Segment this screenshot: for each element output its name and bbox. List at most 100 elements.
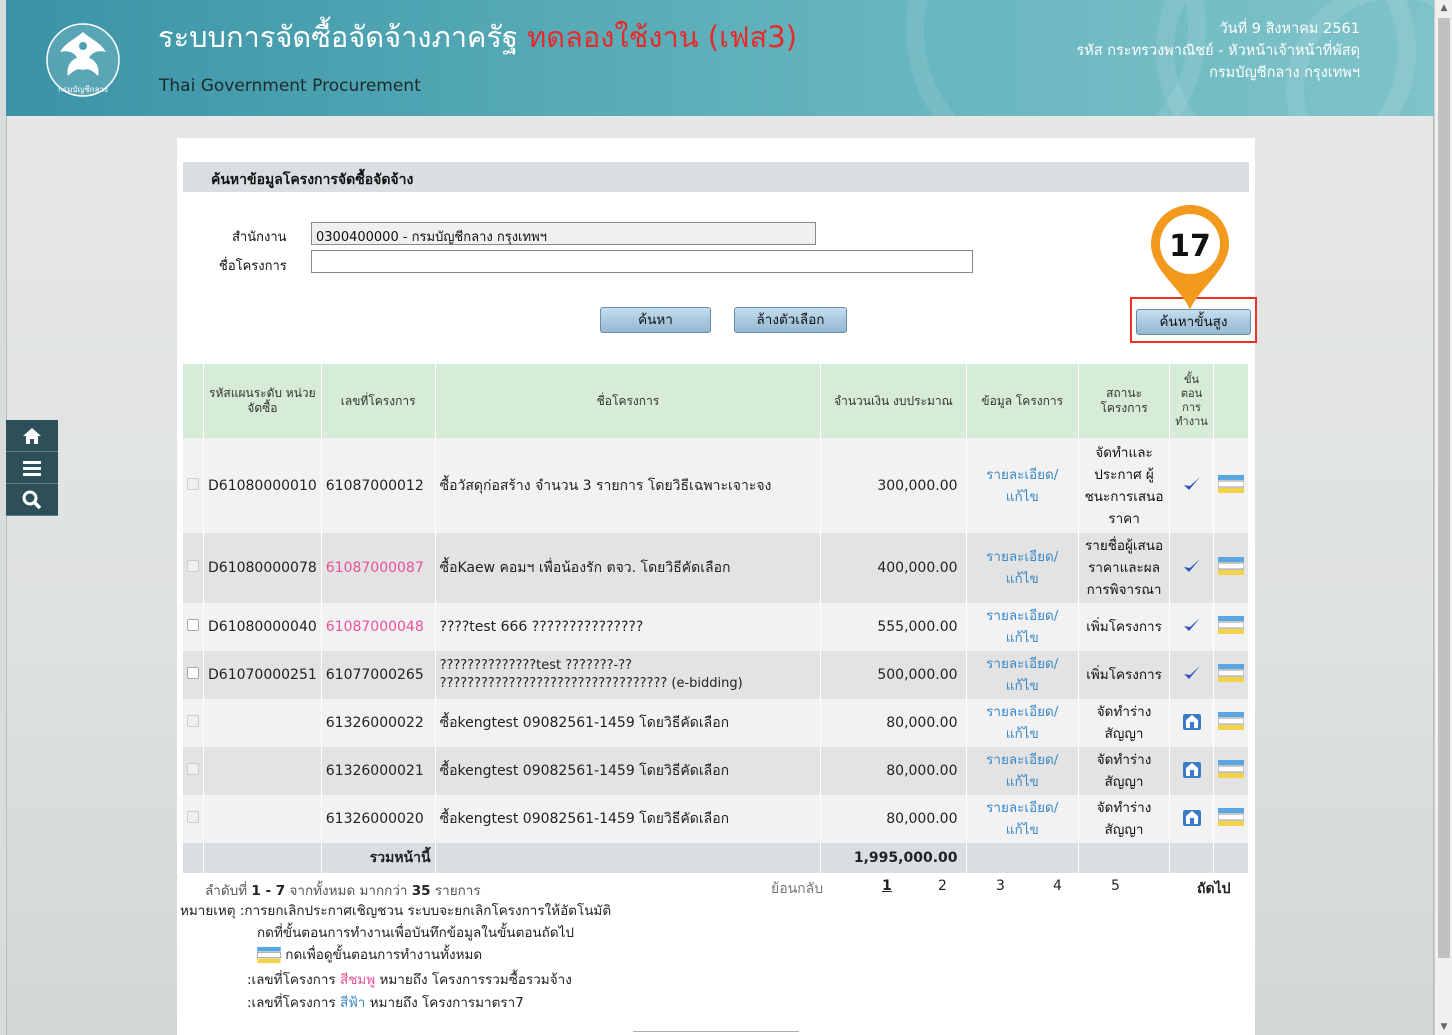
table-row: D61070000251 61077000265 ??????????????t… (183, 651, 1250, 699)
search-submit-button[interactable]: ค้นหา (600, 307, 711, 333)
project-no-cell: 61087000012 (321, 438, 436, 533)
side-toolbar (6, 420, 58, 516)
status-cell: เพิ่มโครงการ (1078, 603, 1171, 651)
plan-code-cell: D61080000040 (203, 603, 322, 651)
page-link-4[interactable]: 4 (1053, 878, 1062, 894)
all-steps-button[interactable] (1213, 651, 1250, 699)
page-link-1[interactable]: 1 (882, 878, 892, 894)
home-button[interactable] (6, 420, 58, 452)
vertical-scrollbar[interactable]: ▲ ▼ (1434, 0, 1452, 1035)
row-checkbox-cell[interactable] (183, 795, 204, 843)
row-checkbox[interactable] (187, 477, 199, 490)
budget-cell: 500,000.00 (820, 651, 967, 699)
pagination-back[interactable]: ย้อนกลับ (771, 878, 823, 900)
workflow-step-button[interactable] (1169, 651, 1214, 699)
detail-edit-link[interactable]: รายละเอียด/แก้ไข (966, 699, 1079, 747)
row-checkbox-cell[interactable] (183, 603, 204, 651)
system-title-text: ระบบการจัดซื้อจัดจ้างภาครัฐ (158, 20, 518, 54)
trial-label: ทดลองใช้งาน (เฟส3) (527, 20, 798, 54)
pagination-summary: ลำดับที่ 1 - 7 จากทั้งหมด มากกว่า 35 ราย… (205, 883, 481, 899)
status-cell: เพิ่มโครงการ (1078, 651, 1171, 699)
steps-list-icon (1217, 808, 1245, 826)
steps-list-icon (1217, 557, 1245, 575)
row-checkbox-cell[interactable] (183, 699, 204, 747)
page-link-3[interactable]: 3 (996, 878, 1005, 894)
budget-cell: 80,000.00 (820, 795, 967, 843)
plan-code-cell (203, 795, 322, 843)
detail-edit-link[interactable]: รายละเอียด/แก้ไข (966, 651, 1079, 699)
detail-edit-link[interactable]: รายละเอียด/แก้ไข (966, 533, 1079, 603)
plan-code-cell (203, 699, 322, 747)
column-header-all-steps (1213, 364, 1250, 438)
all-steps-button[interactable] (1213, 747, 1250, 795)
search-button[interactable] (6, 484, 58, 516)
detail-edit-link[interactable]: รายละเอียด/แก้ไข (966, 438, 1079, 533)
workflow-step-button[interactable] (1169, 533, 1214, 603)
page-link-2[interactable]: 2 (938, 878, 947, 894)
detail-edit-link[interactable]: รายละเอียด/แก้ไข (966, 795, 1079, 843)
total-value: 1,995,000.00 (820, 843, 967, 873)
table-row: D61080000010 61087000012 ซื้อวัสดุก่อสร้… (183, 438, 1250, 533)
workflow-step-button[interactable] (1169, 438, 1214, 533)
row-checkbox[interactable] (187, 715, 199, 727)
detail-edit-link[interactable]: รายละเอียด/แก้ไข (966, 747, 1079, 795)
all-steps-button[interactable] (1213, 603, 1250, 651)
clear-options-button[interactable]: ล้างตัวเลือก (734, 307, 847, 333)
plan-code-cell: D61070000251 (203, 651, 322, 699)
pagination-next[interactable]: ถัดไป (1197, 878, 1231, 900)
scroll-down-icon[interactable]: ▼ (1435, 1019, 1452, 1035)
section-title: ค้นหาข้อมูลโครงการจัดซื้อจัดจ้าง (183, 162, 1249, 192)
checkmark-icon (1183, 666, 1200, 679)
system-title: ระบบการจัดซื้อจัดจ้างภาครัฐ ทดลองใช้งาน … (158, 14, 797, 60)
menu-icon (23, 460, 41, 476)
project-no-cell: 61077000265 (321, 651, 436, 699)
user-office: กรมบัญชีกลาง กรุงเทพฯ (1209, 65, 1360, 81)
row-checkbox[interactable] (187, 763, 199, 775)
svg-text:กรมบัญชีกลาง: กรมบัญชีกลาง (58, 85, 108, 94)
project-name-cell: ??????????????test ???????-?? ??????????… (435, 651, 822, 699)
workflow-step-button[interactable] (1169, 747, 1214, 795)
workflow-step-button[interactable] (1169, 795, 1214, 843)
row-checkbox[interactable] (187, 811, 199, 823)
row-checkbox[interactable] (187, 619, 199, 631)
steps-list-icon (256, 946, 282, 964)
garuda-logo-icon: กรมบัญชีกลาง (46, 23, 120, 97)
project-no-cell[interactable]: 61087000048 (321, 603, 436, 651)
row-checkbox-cell[interactable] (183, 651, 204, 699)
project-name-cell: ซื้อkengtest 09082561-1459 โดยวิธีคัดเลื… (435, 699, 822, 747)
workflow-step-button[interactable] (1169, 603, 1214, 651)
row-checkbox-cell[interactable] (183, 747, 204, 795)
select-column-header (183, 364, 204, 438)
row-checkbox-cell[interactable] (183, 533, 204, 603)
status-cell: จัดทำและประกาศ ผู้ชนะการเสนอราคา (1078, 438, 1171, 533)
office-label: สำนักงาน (232, 230, 287, 245)
column-header-budget: จำนวนเงิน งบประมาณ (820, 364, 967, 438)
page-link-5[interactable]: 5 (1111, 878, 1120, 894)
scrollbar-thumb[interactable] (1438, 18, 1450, 958)
steps-list-icon (1217, 760, 1245, 778)
project-no-cell[interactable]: 61087000087 (321, 533, 436, 603)
home-icon (23, 427, 41, 444)
project-name-input[interactable] (311, 250, 973, 273)
menu-button[interactable] (6, 452, 58, 484)
detail-edit-link[interactable]: รายละเอียด/แก้ไข (966, 603, 1079, 651)
project-name-label: ชื่อโครงการ (219, 259, 287, 274)
scroll-up-icon[interactable]: ▲ (1435, 0, 1452, 16)
row-checkbox-cell[interactable] (183, 438, 204, 533)
steps-list-icon (1217, 616, 1245, 634)
office-field[interactable]: 0300400000 - กรมบัญชีกลาง กรุงเทพฯ (311, 222, 816, 245)
note-line-cancel: หมายเหตุ :การยกเลิกประกาศเชิญชวน ระบบจะย… (180, 903, 612, 919)
all-steps-button[interactable] (1213, 438, 1250, 533)
total-row: รวมหน้านี้ 1,995,000.00 (183, 843, 1250, 873)
status-cell: จัดทำร่างสัญญา (1078, 795, 1171, 843)
row-checkbox[interactable] (187, 667, 199, 679)
row-checkbox[interactable] (187, 560, 199, 572)
system-subtitle: Thai Government Procurement (159, 76, 421, 96)
all-steps-button[interactable] (1213, 699, 1250, 747)
workflow-step-button[interactable] (1169, 699, 1214, 747)
column-header-info: ข้อมูล โครงการ (966, 364, 1079, 438)
app-header: กรมบัญชีกลาง ระบบการจัดซื้อจัดจ้างภาครัฐ… (6, 0, 1434, 116)
all-steps-button[interactable] (1213, 533, 1250, 603)
all-steps-button[interactable] (1213, 795, 1250, 843)
status-cell: รายชื่อผู้เสนอราคาและผลการพิจารณา (1078, 533, 1171, 603)
